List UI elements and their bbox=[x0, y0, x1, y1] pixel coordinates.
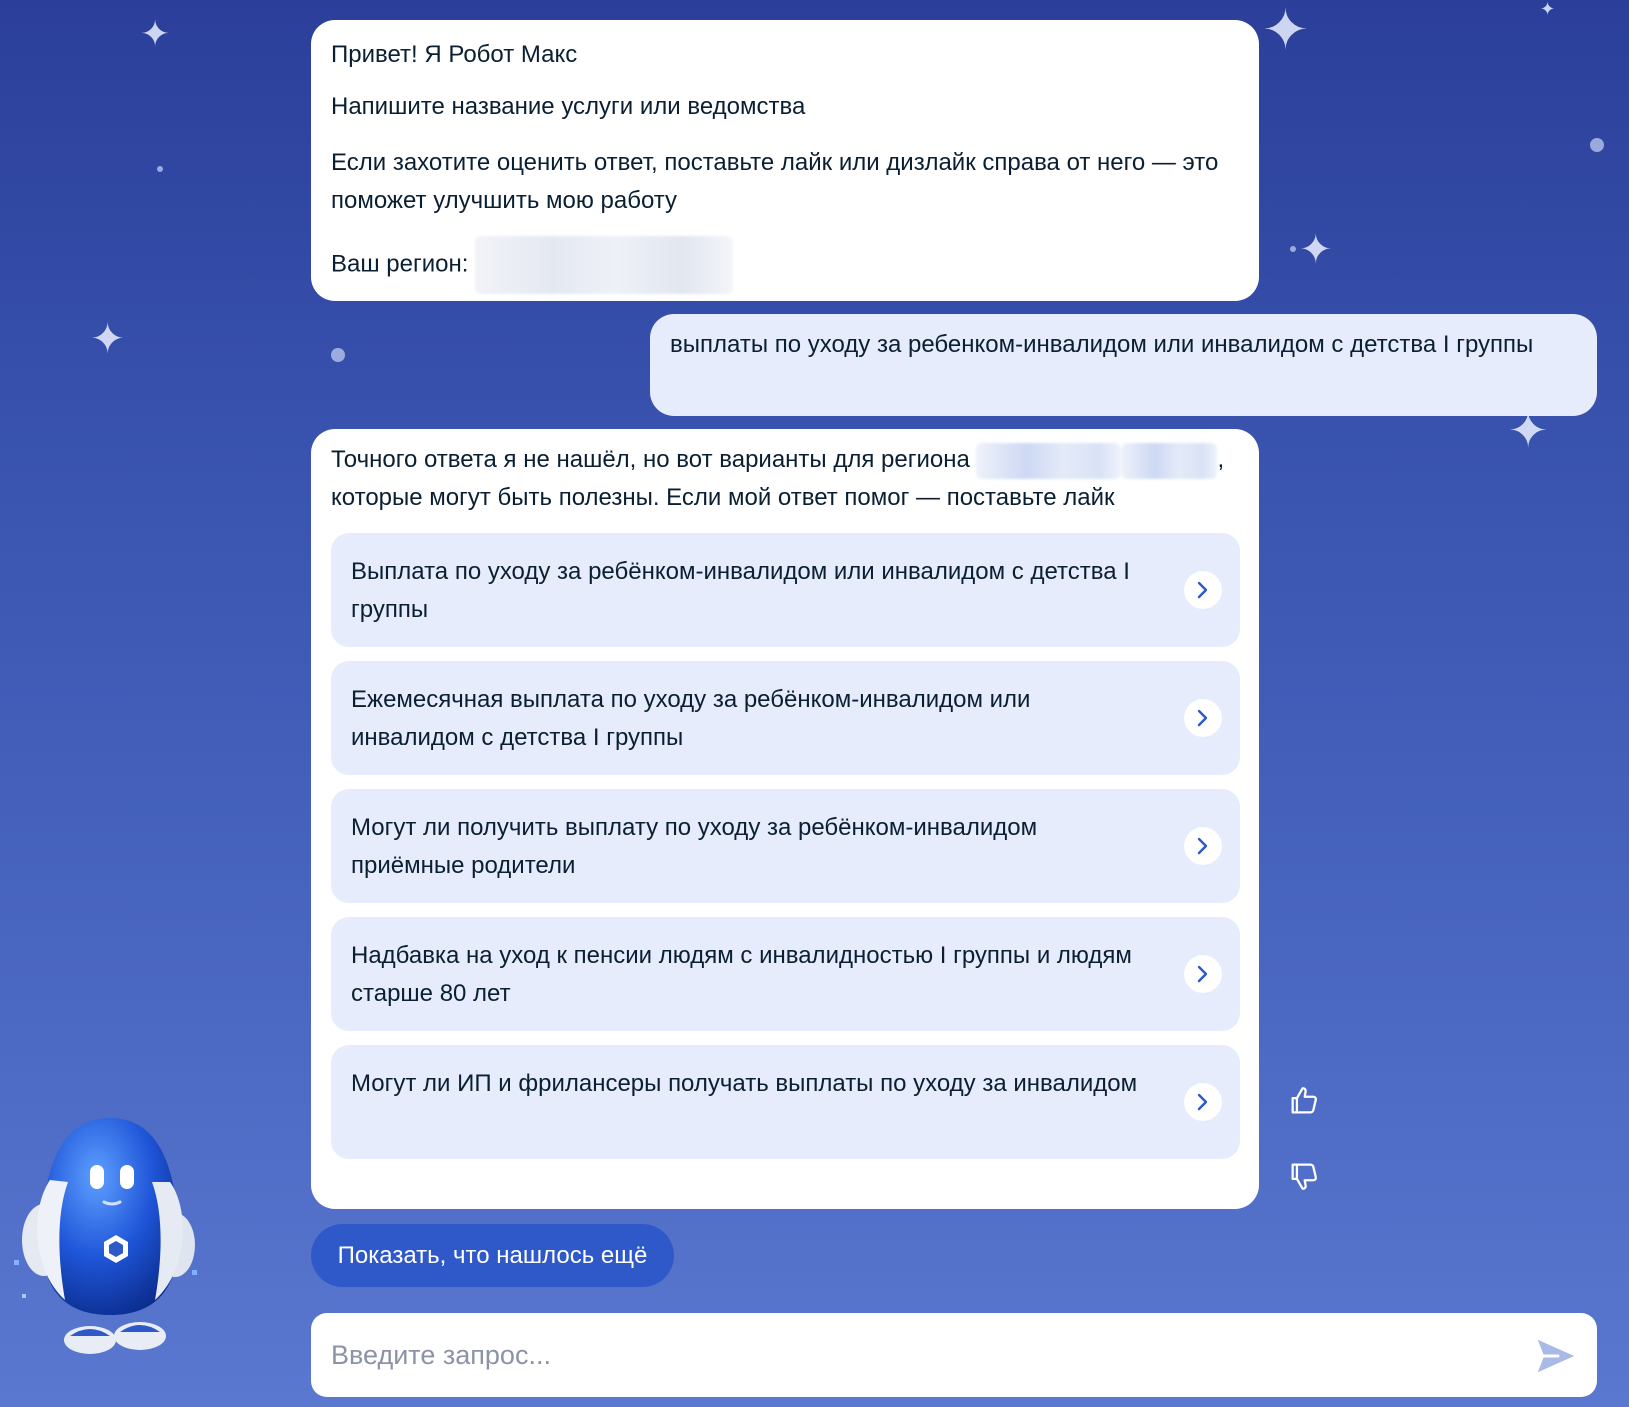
service-option-card[interactable]: Могут ли ИП и фрилансеры получать выплат… bbox=[331, 1045, 1240, 1159]
star-dot bbox=[1290, 246, 1296, 252]
service-option-label: Ежемесячная выплата по уходу за ребёнком… bbox=[351, 686, 1031, 751]
service-option-label: Могут ли ИП и фрилансеры получать выплат… bbox=[351, 1070, 1138, 1097]
greeting-feedback-hint: Если захотите оценить ответ, поставьте л… bbox=[331, 149, 1219, 214]
service-option-card[interactable]: Выплата по уходу за ребёнком-инвалидом и… bbox=[331, 533, 1240, 647]
chevron-right-icon bbox=[1184, 955, 1222, 993]
region-label: Ваш регион: bbox=[331, 250, 469, 278]
greeting-instruction: Напишите название услуги или ведомства bbox=[331, 93, 806, 120]
region-name-redacted bbox=[976, 442, 1122, 479]
query-input-bar bbox=[311, 1313, 1597, 1397]
region-row: Ваш регион: bbox=[331, 236, 1239, 294]
send-button[interactable] bbox=[1533, 1333, 1579, 1379]
show-more-button[interactable]: Показать, что нашлось ещё bbox=[311, 1224, 674, 1287]
thumbs-down-icon bbox=[1291, 1163, 1317, 1190]
star-dot bbox=[1590, 138, 1604, 152]
bot-answer-message: Точного ответа я не нашёл, но вот вариан… bbox=[311, 429, 1259, 1209]
service-option-label: Могут ли получить выплату по уходу за ре… bbox=[351, 814, 1038, 879]
sparkle-icon: ✦ bbox=[1262, 0, 1309, 61]
like-button[interactable] bbox=[1284, 1081, 1324, 1121]
chevron-right-icon bbox=[1184, 1083, 1222, 1121]
send-icon bbox=[1537, 1339, 1575, 1373]
sparkle-icon: ✦ bbox=[1299, 228, 1333, 272]
chevron-right-icon bbox=[1184, 827, 1222, 865]
greeting-title: Привет! Я Робот Макс bbox=[331, 41, 578, 68]
robot-max-mascot bbox=[10, 1110, 210, 1360]
sparkle-icon: ✦ bbox=[1540, 0, 1556, 19]
service-option-label: Надбавка на уход к пенсии людям с инвали… bbox=[351, 942, 1132, 1007]
answer-intro: Точного ответа я не нашёл, но вот вариан… bbox=[331, 441, 1239, 517]
service-option-card[interactable]: Ежемесячная выплата по уходу за ребёнком… bbox=[331, 661, 1240, 775]
region-value-redacted bbox=[475, 236, 734, 294]
dislike-button[interactable] bbox=[1284, 1156, 1324, 1196]
service-option-card[interactable]: Надбавка на уход к пенсии людям с инвали… bbox=[331, 917, 1240, 1031]
star-dot bbox=[157, 166, 163, 172]
chevron-right-icon bbox=[1184, 571, 1222, 609]
region-name-redacted-continued bbox=[1121, 442, 1218, 479]
thumbs-up-icon bbox=[1291, 1087, 1317, 1114]
answer-intro-part1: Точного ответа я не нашёл, но вот вариан… bbox=[331, 446, 970, 473]
sparkle-icon: ✦ bbox=[140, 13, 171, 54]
service-option-card[interactable]: Могут ли получить выплату по уходу за ре… bbox=[331, 789, 1240, 903]
service-option-label: Выплата по уходу за ребёнком-инвалидом и… bbox=[351, 558, 1130, 623]
star-dot bbox=[331, 348, 345, 362]
user-message: выплаты по уходу за ребенком-инвалидом и… bbox=[650, 314, 1597, 416]
query-input[interactable] bbox=[331, 1313, 1471, 1397]
chevron-right-icon bbox=[1184, 699, 1222, 737]
sparkle-icon: ✦ bbox=[90, 315, 126, 362]
user-message-text: выплаты по уходу за ребенком-инвалидом и… bbox=[670, 331, 1534, 358]
bot-greeting-message: Привет! Я Робот Макс Напишите название у… bbox=[311, 20, 1259, 301]
